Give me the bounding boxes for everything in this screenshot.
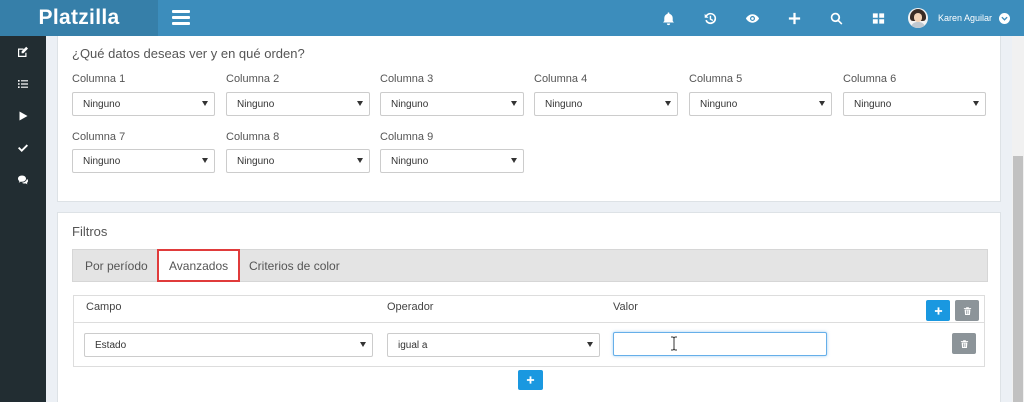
filter-field-select[interactable]: Estado	[84, 333, 373, 357]
advanced-filter-table: Campo Operador Valor Estado igual a	[73, 295, 985, 367]
column-9-label: Columna 9	[380, 131, 434, 143]
column-5-label: Columna 5	[689, 73, 743, 85]
column-3-label: Columna 3	[380, 73, 434, 85]
column-1-select[interactable]: Ninguno	[72, 92, 215, 116]
sidebar	[0, 36, 46, 402]
columns-title: ¿Qué datos deseas ver y en qué orden?	[72, 46, 305, 61]
column-3-select[interactable]: Ninguno	[380, 92, 524, 116]
caret-down-icon	[357, 101, 363, 106]
filter-value-input[interactable]	[613, 332, 827, 356]
filters-panel: Filtros Por período Avanzados Criterios …	[57, 212, 1001, 402]
column-7-select[interactable]: Ninguno	[72, 149, 215, 173]
column-2-select[interactable]: Ninguno	[226, 92, 370, 116]
add-row-button[interactable]	[518, 370, 543, 390]
columns-panel: ¿Qué datos deseas ver y en qué orden? Co…	[57, 36, 1001, 202]
column-4-select[interactable]: Ninguno	[534, 92, 678, 116]
caret-down-icon	[202, 158, 208, 163]
check-icon	[18, 144, 28, 152]
menu-toggle-icon[interactable]	[172, 10, 190, 25]
column-8-select[interactable]: Ninguno	[226, 149, 370, 173]
sidebar-item-list[interactable]	[0, 68, 46, 100]
navbar-icons: Karen Aguilar	[648, 0, 1024, 36]
column-1-label: Columna 1	[72, 73, 126, 85]
plus-icon	[526, 376, 535, 384]
plus-icon	[934, 306, 942, 315]
caret-down-icon	[511, 101, 517, 106]
list-icon	[18, 80, 28, 88]
header-campo: Campo	[86, 301, 122, 313]
eye-icon[interactable]	[732, 0, 774, 36]
user-menu[interactable]: Karen Aguilar	[900, 0, 1024, 36]
caret-down-icon	[587, 342, 593, 347]
column-6-label: Columna 6	[843, 73, 897, 85]
filters-title: Filtros	[72, 224, 108, 239]
column-2-label: Columna 2	[226, 73, 280, 85]
history-icon[interactable]	[690, 0, 732, 36]
clear-filters-button[interactable]	[955, 300, 979, 321]
column-4-label: Columna 4	[534, 73, 588, 85]
grid-icon[interactable]	[858, 0, 900, 36]
caret-down-icon	[665, 101, 671, 106]
caret-down-icon	[511, 158, 517, 163]
delete-row-button[interactable]	[952, 333, 976, 354]
column-8-label: Columna 8	[226, 131, 280, 143]
sidebar-item-play[interactable]	[0, 100, 46, 132]
tab-avanzados[interactable]: Avanzados	[157, 249, 241, 282]
header-valor: Valor	[613, 301, 638, 313]
tab-por-periodo[interactable]: Por período	[85, 250, 148, 281]
chevron-down-icon	[999, 12, 1010, 24]
caret-down-icon	[202, 101, 208, 106]
user-name: Karen Aguilar	[937, 13, 992, 23]
edit-icon	[18, 46, 28, 57]
sidebar-item-edit[interactable]	[0, 36, 46, 68]
brand-name: Platzilla	[38, 6, 120, 29]
text-cursor-icon	[671, 336, 677, 351]
column-6-select[interactable]: Ninguno	[843, 92, 986, 116]
trash-icon	[960, 339, 968, 348]
avatar	[907, 8, 928, 28]
tab-criterios-de-color[interactable]: Criterios de color	[249, 250, 340, 281]
add-filter-button[interactable]	[926, 300, 950, 321]
filter-tabs: Por período Avanzados Criterios de color	[72, 249, 988, 282]
filter-operator-select[interactable]: igual a	[387, 333, 600, 357]
plus-icon[interactable]	[774, 0, 816, 36]
play-icon	[19, 111, 28, 121]
trash-icon	[963, 306, 971, 315]
top-navbar: Platzilla Karen Aguilar	[0, 0, 1024, 36]
caret-down-icon	[973, 101, 979, 106]
search-icon[interactable]	[816, 0, 858, 36]
page-scrollbar[interactable]	[1012, 36, 1024, 402]
column-7-label: Columna 7	[72, 131, 126, 143]
caret-down-icon	[819, 101, 825, 106]
comments-icon	[18, 175, 28, 185]
sidebar-item-check[interactable]	[0, 132, 46, 164]
sidebar-item-comments[interactable]	[0, 164, 46, 196]
column-5-select[interactable]: Ninguno	[689, 92, 832, 116]
column-9-select[interactable]: Ninguno	[380, 149, 524, 173]
scrollbar-thumb[interactable]	[1013, 156, 1023, 402]
caret-down-icon	[360, 342, 366, 347]
bell-icon[interactable]	[648, 0, 690, 36]
caret-down-icon	[357, 158, 363, 163]
header-operador: Operador	[387, 301, 434, 313]
brand-logo[interactable]: Platzilla	[0, 0, 158, 36]
